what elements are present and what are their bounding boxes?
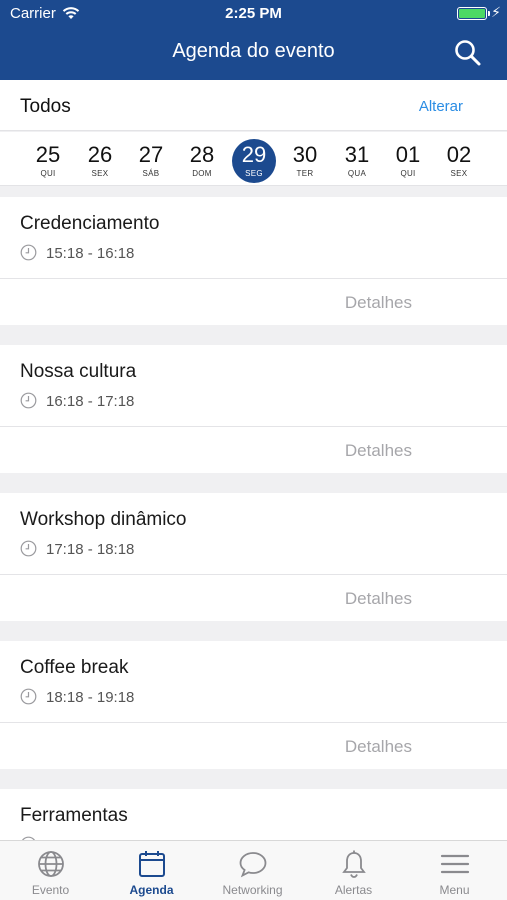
divider	[0, 722, 507, 723]
date-day: 27	[138, 142, 164, 167]
clock-icon	[20, 688, 46, 706]
filter-label: Todos	[20, 96, 71, 117]
session-time-text: 15:18 - 16:18	[46, 245, 135, 262]
session-time-text: 18:18 - 19:18	[46, 689, 135, 706]
session-title: Ferramentas	[20, 805, 128, 826]
date-item[interactable]: 27 SÁB	[128, 142, 174, 178]
session-title: Nossa cultura	[20, 361, 137, 382]
tab-label: Menu	[439, 883, 470, 897]
tab-label: Evento	[31, 883, 70, 897]
divider	[0, 574, 507, 575]
date-item[interactable]: 31 QUA	[334, 142, 380, 178]
date-weekday: QUA	[347, 169, 367, 178]
tab-networking[interactable]: Networking	[202, 841, 303, 900]
tab-label: Alertas	[334, 883, 373, 897]
details-button[interactable]: Detalhes	[345, 441, 412, 461]
session-title: Workshop dinâmico	[20, 509, 187, 530]
date-weekday: QUI	[40, 169, 56, 178]
date-day: 25	[35, 142, 61, 167]
date-weekday: SÁB	[142, 169, 160, 178]
session-card[interactable]: Coffee break 18:18 - 19:18 Detalhes	[0, 641, 507, 769]
date-item[interactable]: 02 SEX	[436, 142, 482, 178]
status-time: 2:25 PM	[225, 5, 282, 22]
date-day: 29	[241, 142, 267, 167]
date-item[interactable]: 30 TER	[282, 142, 328, 178]
session-time-text: 17:18 - 18:18	[46, 541, 135, 558]
tab-menu[interactable]: Menu	[404, 841, 505, 900]
date-weekday: SEG	[245, 169, 263, 178]
date-weekday: DOM	[192, 169, 212, 178]
date-weekday: QUI	[400, 169, 416, 178]
session-title: Coffee break	[20, 657, 129, 678]
date-day: 01	[395, 142, 421, 167]
date-item-selected[interactable]: 29 SEG	[231, 139, 277, 183]
tab-evento[interactable]: Evento	[0, 841, 101, 900]
tab-bar: Evento Agenda Networking Alertas Menu	[0, 840, 507, 900]
date-item[interactable]: 25 QUI	[25, 142, 71, 178]
change-filter-button[interactable]: Alterar	[419, 98, 463, 115]
date-item[interactable]: 26 SEX	[77, 142, 123, 178]
filter-bar: Todos Alterar	[0, 80, 507, 131]
session-card[interactable]: Nossa cultura 16:18 - 17:18 Detalhes	[0, 345, 507, 473]
date-day: 28	[189, 142, 215, 167]
details-button[interactable]: Detalhes	[345, 293, 412, 313]
tab-label: Networking	[222, 883, 283, 897]
tab-agenda[interactable]: Agenda	[101, 841, 202, 900]
date-day: 26	[87, 142, 113, 167]
session-card[interactable]: Workshop dinâmico 17:18 - 18:18 Detalhes	[0, 493, 507, 621]
session-card[interactable]: Credenciamento 15:18 - 16:18 Detalhes	[0, 197, 507, 325]
divider	[0, 278, 507, 279]
date-selector: 25 QUI 26 SEX 27 SÁB 28 DOM 29 SEG 30 TE…	[0, 132, 507, 186]
date-item[interactable]: 28 DOM	[179, 142, 225, 178]
divider	[0, 426, 507, 427]
clock-icon	[20, 540, 46, 558]
details-button[interactable]: Detalhes	[345, 589, 412, 609]
clock-icon	[20, 244, 46, 262]
date-weekday: SEX	[91, 169, 109, 178]
session-time: 15:18 - 16:18	[20, 244, 134, 262]
date-day: 30	[292, 142, 318, 167]
clock-icon	[20, 392, 46, 410]
date-day: 31	[344, 142, 370, 167]
tab-alertas[interactable]: Alertas	[303, 841, 404, 900]
battery-icon	[457, 7, 490, 20]
session-time: 16:18 - 17:18	[20, 392, 134, 410]
session-time: 18:18 - 19:18	[20, 688, 134, 706]
status-bar: Carrier 2:25 PM ⚡︎	[0, 0, 507, 28]
search-icon[interactable]	[453, 38, 483, 68]
charging-icon: ⚡︎	[491, 4, 501, 20]
date-day: 02	[446, 142, 472, 167]
session-time-text: 16:18 - 17:18	[46, 393, 135, 410]
page-title: Agenda do evento	[172, 40, 335, 62]
session-title: Credenciamento	[20, 213, 160, 234]
battery-level	[459, 9, 485, 18]
navigation-bar: Carrier 2:25 PM ⚡︎ Agenda do evento	[0, 0, 507, 80]
date-weekday: SEX	[450, 169, 468, 178]
tab-label: Agenda	[129, 883, 174, 897]
date-item[interactable]: 01 QUI	[385, 142, 431, 178]
session-time: 17:18 - 18:18	[20, 540, 134, 558]
details-button[interactable]: Detalhes	[345, 737, 412, 757]
date-weekday: TER	[296, 169, 314, 178]
